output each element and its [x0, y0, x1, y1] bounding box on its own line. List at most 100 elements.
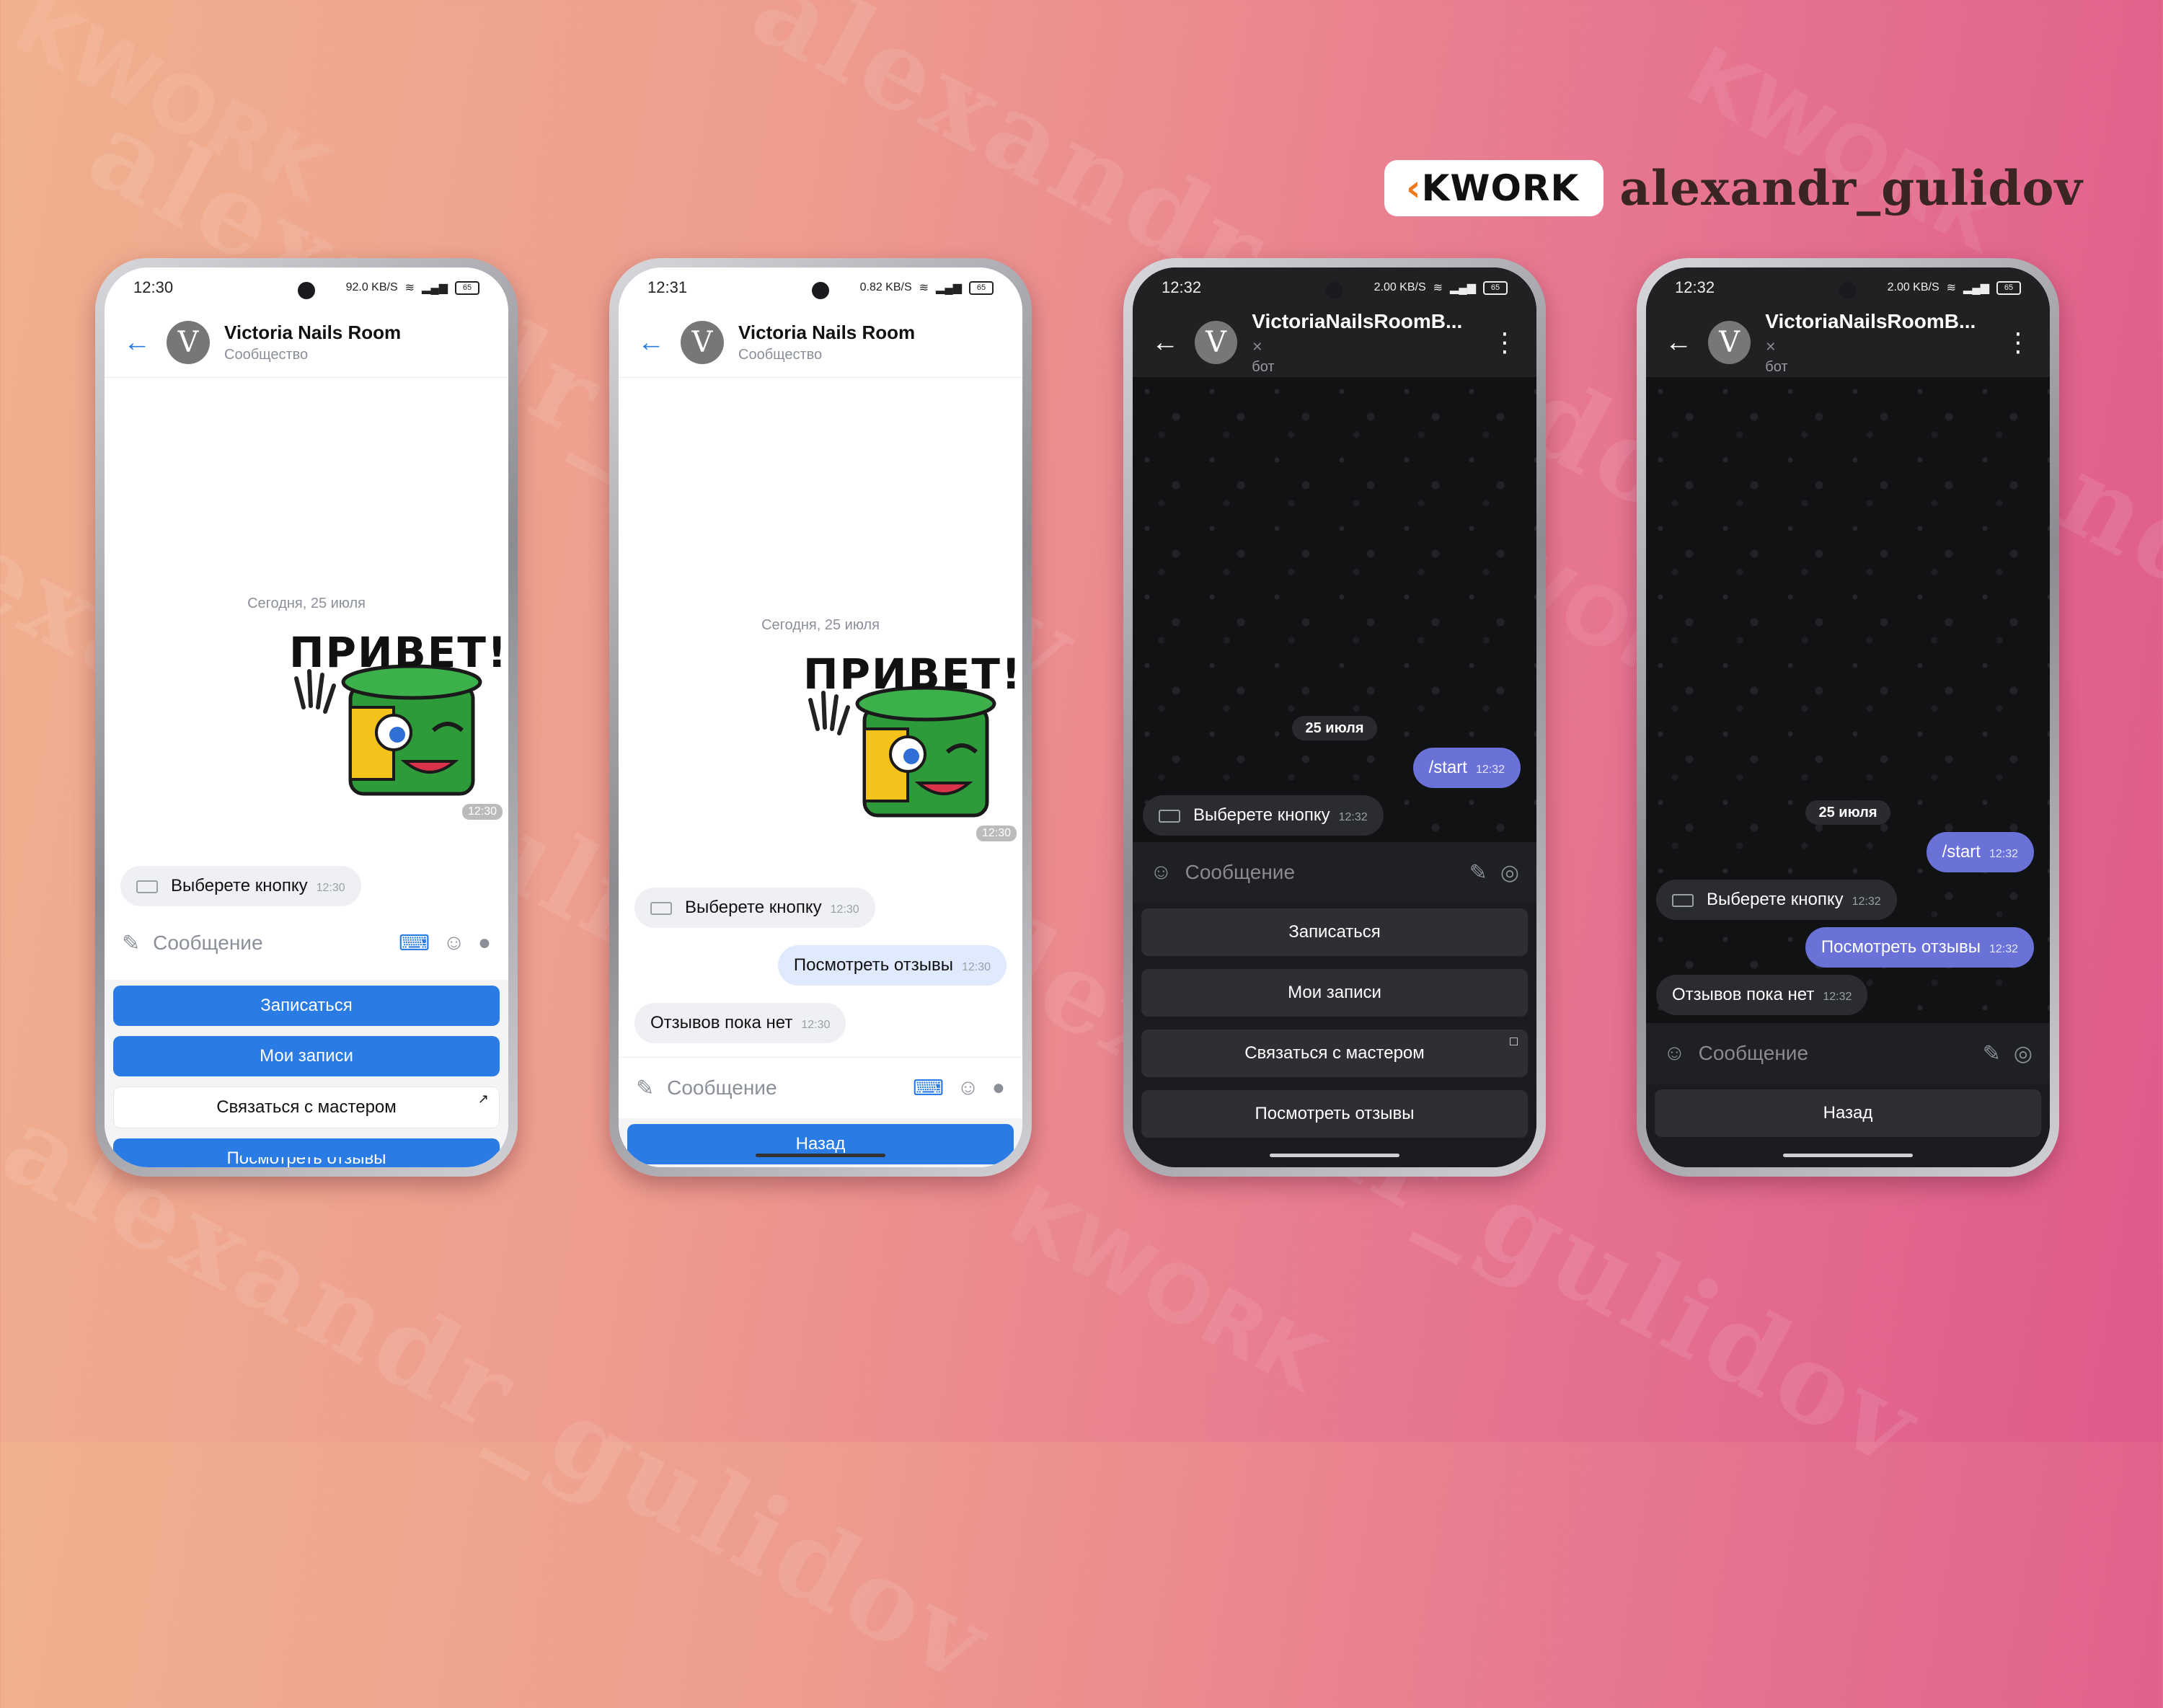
wifi-icon: ≋ [1433, 282, 1443, 294]
date-separator: Сегодня, 25 июля [247, 596, 366, 611]
button-moi-zapisi[interactable]: Мои записи [1141, 969, 1528, 1017]
mute-icon: ✕ [1765, 339, 1777, 354]
message-input-bar: ✎ Сообщение ⌨ ☺ ● [619, 1057, 1022, 1118]
more-menu-icon[interactable]: ⋮ [1492, 327, 1518, 358]
button-zapisatsya[interactable]: Записаться [1141, 908, 1528, 956]
camera-hole [1839, 282, 1857, 299]
chat-header: ← V Victoria Nails Room Сообщество [619, 308, 1022, 378]
button-otzyvy[interactable]: Посмотреть отзывы [1141, 1090, 1528, 1138]
emoji-icon[interactable]: ☺ [1663, 1041, 1686, 1066]
emoji-icon[interactable]: ☺ [957, 1076, 979, 1100]
keyboard-toggle-icon[interactable]: ⌨ [913, 1076, 944, 1101]
chat-title[interactable]: Victoria Nails Room [738, 322, 915, 344]
chat-subtitle: Сообщество [738, 347, 823, 363]
emoji-icon[interactable]: ☺ [443, 931, 465, 955]
keyboard-icon [136, 880, 158, 893]
watermark-kwork: KWORK [994, 1168, 1338, 1409]
button-nazad[interactable]: Назад [627, 1124, 1014, 1164]
wifi-icon: ≋ [1946, 282, 1957, 294]
signal-icon: ▂▄▆ [1450, 282, 1476, 294]
avatar[interactable]: V [167, 321, 210, 364]
date-separator: 25 июля [1133, 716, 1536, 740]
battery-icon: 65 [455, 280, 479, 295]
kwork-logo: ‹ KWORK [1384, 160, 1604, 216]
camera-icon[interactable]: ◎ [2014, 1041, 2032, 1066]
chat-subtitle: бот [1252, 358, 1275, 375]
date-separator: 25 июля [1646, 800, 2050, 825]
camera-hole [298, 282, 315, 299]
signal-icon: ▂▄▆ [1963, 282, 1989, 294]
avatar[interactable]: V [681, 321, 724, 364]
chat-header: ← V VictoriaNailsRoomB... ✕ бот ⋮ [1646, 308, 2050, 377]
phone-screen: 12:32 2.00 KB/S ≋ ▂▄▆ 65 ← V VictoriaNailsR… [1133, 267, 1536, 1167]
keyboard-icon [650, 901, 672, 915]
camera-icon[interactable]: ◎ [1500, 860, 1519, 885]
signal-icon: ▂▄▆ [936, 282, 962, 294]
camera-hole [1326, 282, 1343, 299]
message-input-bar: ☺ Сообщение ✎ ◎ [1133, 842, 1536, 903]
battery-icon: 65 [969, 280, 994, 295]
button-otzyvy[interactable]: Посмотреть отзывы [113, 1138, 500, 1167]
button-moi-zapisi[interactable]: Мои записи [113, 1036, 500, 1076]
back-arrow-icon[interactable]: ← [1665, 327, 1694, 358]
wifi-icon: ≋ [919, 282, 929, 294]
back-arrow-icon[interactable]: ← [1151, 327, 1180, 358]
more-menu-icon[interactable]: ⋮ [2005, 327, 2031, 358]
message-bubble-outgoing: /start 12:32 [1412, 748, 1521, 788]
message-bubble-incoming: Выберете кнопку 12:32 [1656, 880, 1897, 920]
signal-icon: ▂▄▆ [422, 282, 448, 294]
paperclip-icon[interactable]: ✎ [636, 1076, 654, 1101]
sticker-greeting[interactable]: ПРИВЕТ! 12:30 [289, 628, 506, 823]
chat-title[interactable]: VictoriaNailsRoomB... ✕ [1252, 310, 1477, 356]
chat-subtitle: бот [1765, 358, 1788, 375]
paperclip-icon[interactable]: ✎ [1469, 860, 1487, 885]
back-arrow-icon[interactable]: ← [637, 327, 666, 358]
keyboard-toggle-icon[interactable]: ⌨ [399, 931, 430, 956]
message-bubble-incoming: Выберете кнопку 12:32 [1143, 795, 1384, 836]
back-arrow-icon[interactable]: ← [123, 327, 152, 358]
button-svyazatsya[interactable]: Связаться с мастером □ [1141, 1030, 1528, 1077]
message-input[interactable]: Сообщение [153, 932, 386, 955]
phone-screen: 12:30 92.0 KB/S ≋ ▂▄▆ 65 ← V Victoria Nails… [105, 267, 508, 1167]
paperclip-icon[interactable]: ✎ [1983, 1041, 2001, 1066]
microphone-icon[interactable]: ● [992, 1076, 1005, 1100]
phone-screen: 12:31 0.82 KB/S ≋ ▂▄▆ 65 ← V Victoria Nails… [619, 267, 1022, 1167]
message-input[interactable]: Сообщение [667, 1076, 900, 1099]
external-link-icon: ↗ [477, 1092, 489, 1106]
brand-badge: ‹ KWORK alexandr_gulidov [1384, 160, 2083, 216]
chat-title[interactable]: VictoriaNailsRoomB... ✕ [1765, 310, 1991, 356]
bot-keyboard: Записаться Мои записи Связаться с мастер… [105, 980, 508, 1167]
message-input[interactable]: Сообщение [1699, 1042, 1970, 1065]
chat-header: ← V VictoriaNailsRoomB... ✕ бот ⋮ [1133, 308, 1536, 377]
chat-subtitle: Сообщество [224, 347, 309, 363]
battery-icon: 65 [1996, 280, 2021, 295]
external-link-icon: □ [1510, 1034, 1518, 1048]
avatar[interactable]: V [1194, 321, 1238, 364]
mute-icon: ✕ [1252, 339, 1263, 354]
emoji-icon[interactable]: ☺ [1150, 860, 1172, 885]
message-input[interactable]: Сообщение [1185, 861, 1456, 884]
avatar[interactable]: V [1707, 321, 1751, 364]
chat-title[interactable]: Victoria Nails Room [224, 322, 401, 344]
message-bubble-incoming: Отзывов пока нет 12:30 [634, 1003, 846, 1043]
battery-icon: 65 [1483, 280, 1508, 295]
message-input-bar: ✎ Сообщение ⌨ ☺ ● [105, 913, 508, 973]
message-input-bar: ☺ Сообщение ✎ ◎ [1646, 1023, 2050, 1084]
button-zapisatsya[interactable]: Записаться [113, 986, 500, 1026]
message-bubble-outgoing: Посмотреть отзывы 12:30 [777, 945, 1007, 986]
wifi-icon: ≋ [404, 282, 415, 294]
gesture-bar [1783, 1154, 1913, 1157]
keyboard-icon [1672, 893, 1694, 907]
sticker-greeting[interactable]: ПРИВЕТ! 12:30 [803, 650, 1020, 844]
phone-mockup-tg-reviews: 12:32 2.00 KB/S ≋ ▂▄▆ 65 ← V VictoriaNailsR… [1637, 258, 2059, 1177]
phone-screen: 12:32 2.00 KB/S ≋ ▂▄▆ 65 ← V VictoriaNailsR… [1646, 267, 2050, 1167]
watermark-kwork: KWORK [1672, 29, 2016, 270]
button-nazad[interactable]: Назад [1655, 1089, 2041, 1137]
microphone-icon[interactable]: ● [478, 931, 491, 955]
button-svyazatsya[interactable]: Связаться с мастером ↗ [113, 1087, 500, 1128]
message-bubble-outgoing: /start 12:32 [1926, 832, 2034, 872]
paperclip-icon[interactable]: ✎ [122, 931, 140, 956]
message-bubble-incoming: Выберете кнопку 12:30 [634, 888, 875, 928]
gesture-bar [1270, 1154, 1399, 1157]
watermark-kwork: KWORK [0, 0, 343, 219]
